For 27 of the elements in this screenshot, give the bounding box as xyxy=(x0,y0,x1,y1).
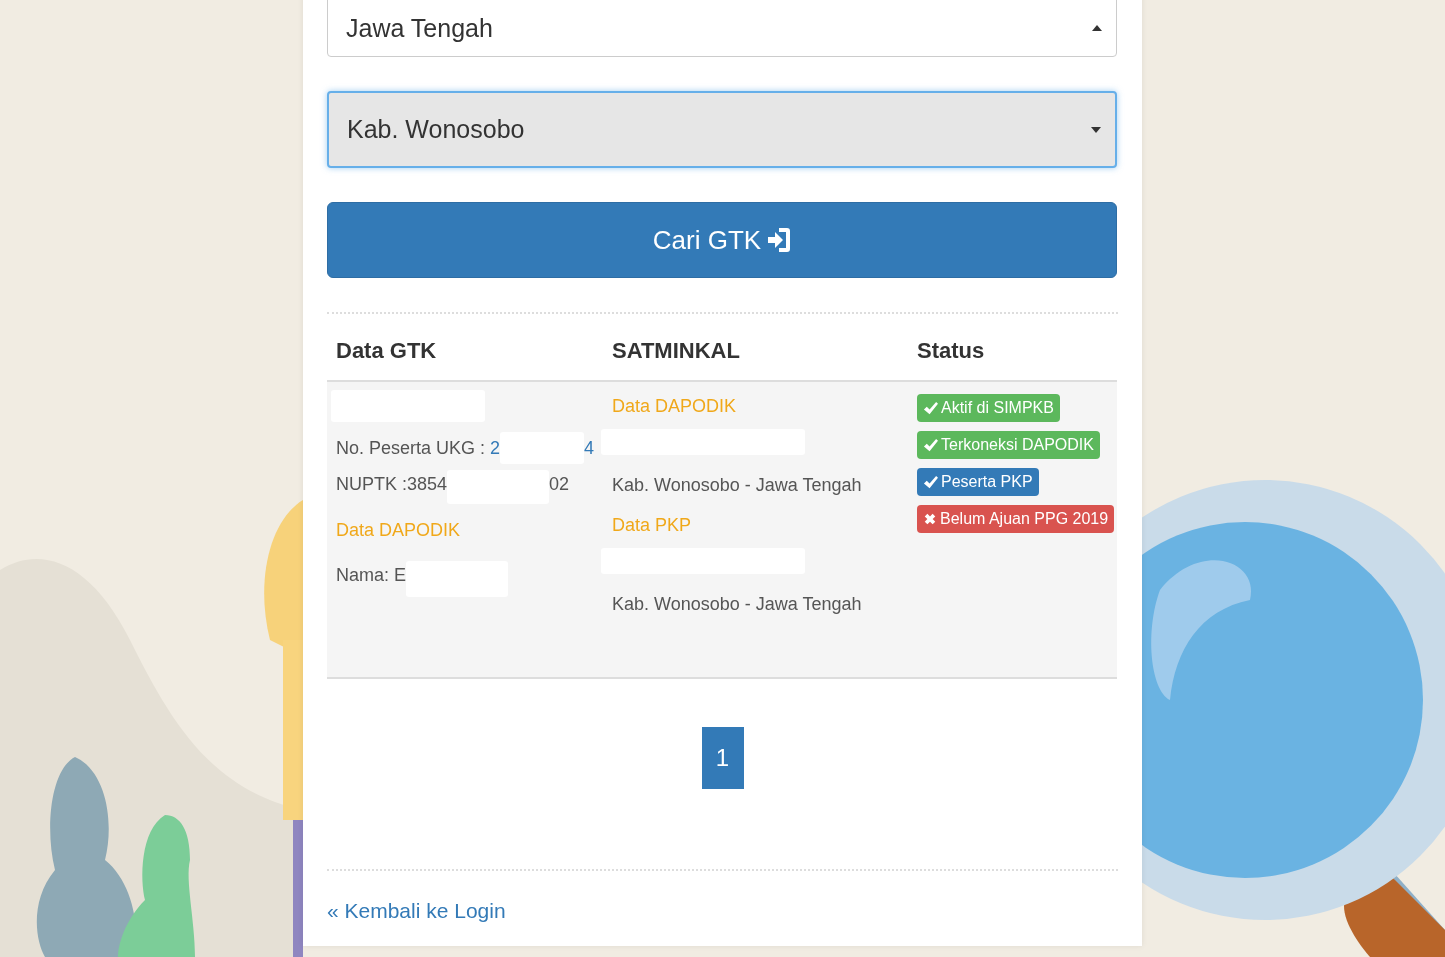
select-field[interactable]: Jawa Tengah xyxy=(327,0,1117,57)
ukg-number[interactable]: 2 xyxy=(490,432,501,464)
status-label: Aktif di SIMPKB xyxy=(917,394,1060,422)
ukg-label: No. Peserta UKG : xyxy=(336,437,487,460)
back-link[interactable]: « Kembali ke Login xyxy=(327,899,506,923)
status-label: Peserta PKP xyxy=(917,468,1039,496)
page-button[interactable]: 1 xyxy=(701,727,744,789)
select-field[interactable]: Kab. Wonosobo xyxy=(327,91,1117,168)
check-icon xyxy=(923,474,938,490)
section-heading: Data DAPODIK xyxy=(612,396,738,417)
name-text: Nama: E xyxy=(336,564,407,587)
section-heading: Data DAPODIK xyxy=(336,520,462,541)
location-text: Kab. Wonosobo - Jawa Tengah xyxy=(612,593,862,616)
ukg-number[interactable]: 4 xyxy=(584,432,594,464)
search-button[interactable]: Cari GTK xyxy=(327,202,1117,278)
close-icon xyxy=(923,512,937,526)
status-label: Terkoneksi DAPODIK xyxy=(917,431,1100,459)
login-icon xyxy=(767,227,792,253)
status-label: Belum Ajuan PPG 2019 xyxy=(917,505,1115,533)
location-text: Kab. Wonosobo - Jawa Tengah xyxy=(612,474,862,497)
nuptk-text: NUPTK :3854 xyxy=(336,473,448,496)
caret-icon xyxy=(1092,25,1102,31)
check-icon xyxy=(923,400,938,416)
check-icon xyxy=(923,437,938,453)
nuptk-text: 02 xyxy=(549,473,570,496)
section-heading: Data PKP xyxy=(612,515,693,536)
caret-icon xyxy=(1091,126,1101,133)
